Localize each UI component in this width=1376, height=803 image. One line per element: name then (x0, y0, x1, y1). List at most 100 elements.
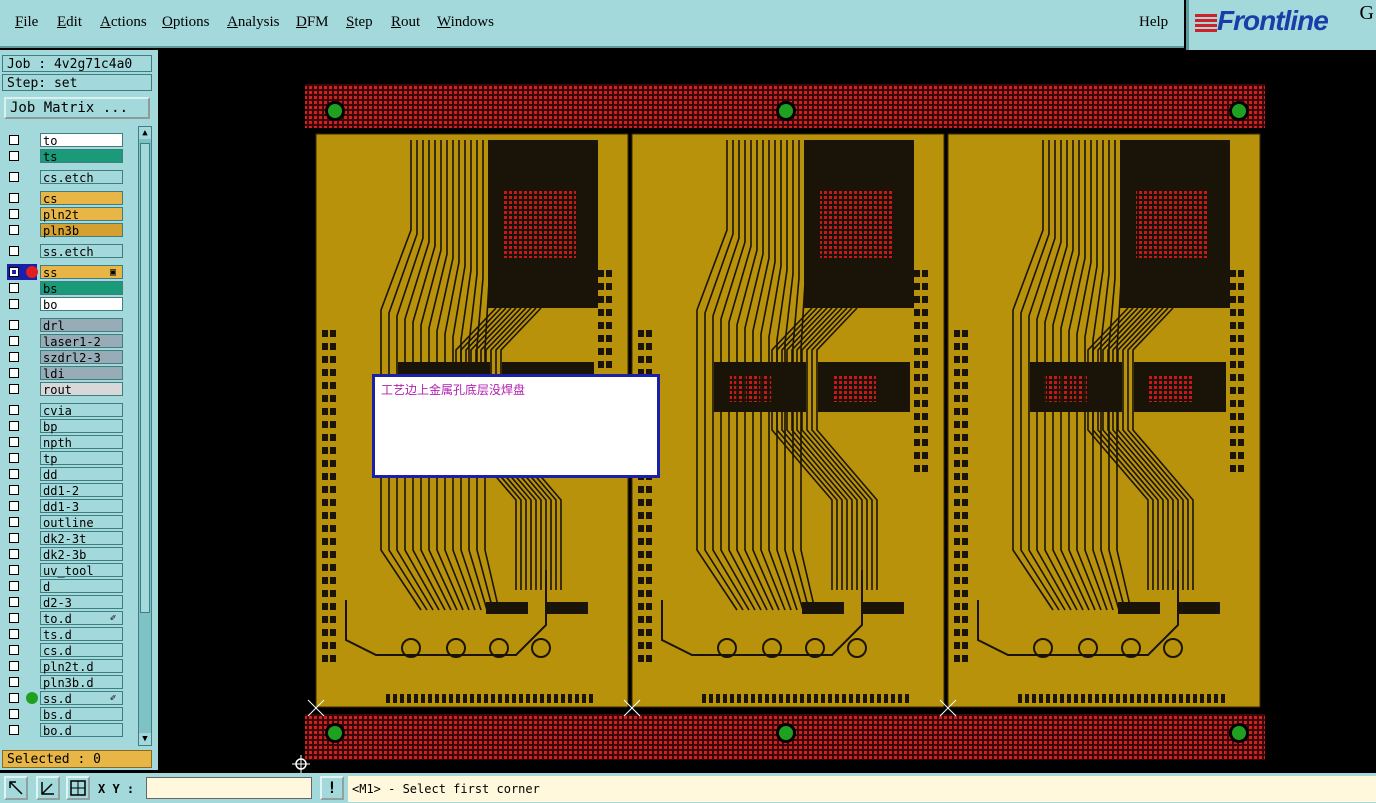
layer-checkbox[interactable] (9, 283, 19, 293)
alert-button[interactable]: ! (320, 776, 344, 800)
menu-analysis[interactable]: Analysis (227, 14, 280, 31)
layer-checkbox[interactable] (9, 677, 19, 687)
layer-name[interactable]: ss.d ✐ (40, 691, 123, 706)
layer-name[interactable]: rout (40, 382, 123, 397)
layer-row-tp[interactable]: tp (4, 450, 128, 466)
layer-checkbox[interactable] (9, 581, 19, 591)
layer-checkbox[interactable] (9, 368, 19, 378)
graphics-canvas[interactable] (158, 50, 1376, 773)
layer-row-cvia[interactable]: cvia (4, 402, 128, 418)
layer-row-bs[interactable]: bs (4, 280, 128, 296)
layer-name[interactable]: pln2t.d (40, 659, 123, 674)
menu-edit[interactable]: Edit (57, 14, 82, 31)
layer-checkbox[interactable] (9, 725, 19, 735)
layer-checkbox[interactable] (9, 485, 19, 495)
layer-row-d[interactable]: d (4, 578, 128, 594)
layer-row-bo.d[interactable]: bo.d (4, 722, 128, 738)
layer-row-laser1-2[interactable]: laser1-2 (4, 333, 128, 349)
layer-name[interactable]: laser1-2 (40, 334, 123, 349)
layer-name[interactable]: ts (40, 149, 123, 164)
layer-checkbox[interactable] (9, 151, 19, 161)
layer-row-cs.d[interactable]: cs.d (4, 642, 128, 658)
menu-options[interactable]: Options (162, 14, 210, 31)
layer-row-bp[interactable]: bp (4, 418, 128, 434)
layer-row-dd1-3[interactable]: dd1-3 (4, 498, 128, 514)
layer-name[interactable]: ts.d (40, 627, 123, 642)
layer-row-ss.d[interactable]: ss.d ✐ (4, 690, 128, 706)
layer-row-ldi[interactable]: ldi (4, 365, 128, 381)
layer-name[interactable]: ss ▣ (40, 265, 123, 280)
layer-checkbox[interactable] (9, 135, 19, 145)
menu-actions[interactable]: Actions (100, 14, 147, 31)
xy-input[interactable] (146, 777, 312, 799)
layer-row-cs[interactable]: cs (4, 190, 128, 206)
layer-checkbox[interactable] (9, 225, 19, 235)
layer-name[interactable]: bo.d (40, 723, 123, 738)
zoom-tool-button[interactable] (4, 776, 28, 800)
layer-row-to.d[interactable]: to.d ✐ (4, 610, 128, 626)
layer-name[interactable]: pln2t (40, 207, 123, 222)
layer-checkbox[interactable] (9, 565, 19, 575)
layer-name[interactable]: dd1-2 (40, 483, 123, 498)
layer-name[interactable]: to.d ✐ (40, 611, 123, 626)
layer-name[interactable]: tp (40, 451, 123, 466)
layer-checkbox[interactable] (9, 384, 19, 394)
layer-name[interactable]: npth (40, 435, 123, 450)
layer-checkbox[interactable] (9, 336, 19, 346)
layer-row-ts.d[interactable]: ts.d (4, 626, 128, 642)
layer-checkbox[interactable] (9, 517, 19, 527)
layer-checkbox[interactable] (9, 645, 19, 655)
layer-name[interactable]: dd1-3 (40, 499, 123, 514)
layer-name[interactable]: szdrl2-3 (40, 350, 123, 365)
layer-row-cs.etch[interactable]: cs.etch (4, 169, 128, 185)
layer-checkbox[interactable] (9, 453, 19, 463)
layer-checkbox[interactable] (9, 437, 19, 447)
layer-name[interactable]: d2-3 (40, 595, 123, 610)
layer-checkbox[interactable] (9, 469, 19, 479)
layer-row-szdrl2-3[interactable]: szdrl2-3 (4, 349, 128, 365)
layer-row-pln3b[interactable]: pln3b (4, 222, 128, 238)
layer-name[interactable]: bp (40, 419, 123, 434)
layer-checkbox[interactable] (9, 246, 19, 256)
layer-checkbox[interactable] (9, 613, 19, 623)
layer-name[interactable]: pln3b.d (40, 675, 123, 690)
layer-row-ts[interactable]: ts (4, 148, 128, 164)
layer-checkbox[interactable] (9, 172, 19, 182)
layer-row-outline[interactable]: outline (4, 514, 128, 530)
layer-checkbox[interactable] (9, 693, 19, 703)
layer-row-ss.etch[interactable]: ss.etch (4, 243, 128, 259)
layer-row-to[interactable]: to (4, 132, 128, 148)
layer-name[interactable]: dk2-3t (40, 531, 123, 546)
layer-name[interactable]: cvia (40, 403, 123, 418)
layer-name[interactable]: to (40, 133, 123, 148)
layer-name[interactable]: cs.etch (40, 170, 123, 185)
layer-name[interactable]: cs (40, 191, 123, 206)
layer-row-dk2-3b[interactable]: dk2-3b (4, 546, 128, 562)
layer-name[interactable]: d (40, 579, 123, 594)
layer-checkbox[interactable] (9, 193, 19, 203)
layer-checkbox[interactable] (9, 597, 19, 607)
layer-checkbox[interactable] (9, 299, 19, 309)
layer-name[interactable]: cs.d (40, 643, 123, 658)
layer-row-uv_tool[interactable]: uv_tool (4, 562, 128, 578)
layer-name[interactable]: pln3b (40, 223, 123, 238)
layer-row-pln2t.d[interactable]: pln2t.d (4, 658, 128, 674)
layer-name[interactable]: uv_tool (40, 563, 123, 578)
layer-list-scrollbar[interactable]: ▲ ▼ (138, 126, 152, 746)
scroll-thumb[interactable] (140, 143, 150, 613)
layer-checkbox[interactable] (9, 320, 19, 330)
layer-checkbox[interactable] (9, 267, 19, 277)
layer-name[interactable]: bo (40, 297, 123, 312)
layer-checkbox[interactable] (9, 661, 19, 671)
grid-tool-button[interactable] (66, 776, 90, 800)
layer-row-pln3b.d[interactable]: pln3b.d (4, 674, 128, 690)
layer-checkbox[interactable] (9, 501, 19, 511)
layer-row-npth[interactable]: npth (4, 434, 128, 450)
layer-checkbox[interactable] (9, 533, 19, 543)
layer-row-drl[interactable]: drl (4, 317, 128, 333)
layer-row-dd1-2[interactable]: dd1-2 (4, 482, 128, 498)
layer-row-bs.d[interactable]: bs.d (4, 706, 128, 722)
layer-row-ss[interactable]: ss ▣ (4, 264, 128, 280)
layer-name[interactable]: bs (40, 281, 123, 296)
layer-checkbox[interactable] (9, 549, 19, 559)
